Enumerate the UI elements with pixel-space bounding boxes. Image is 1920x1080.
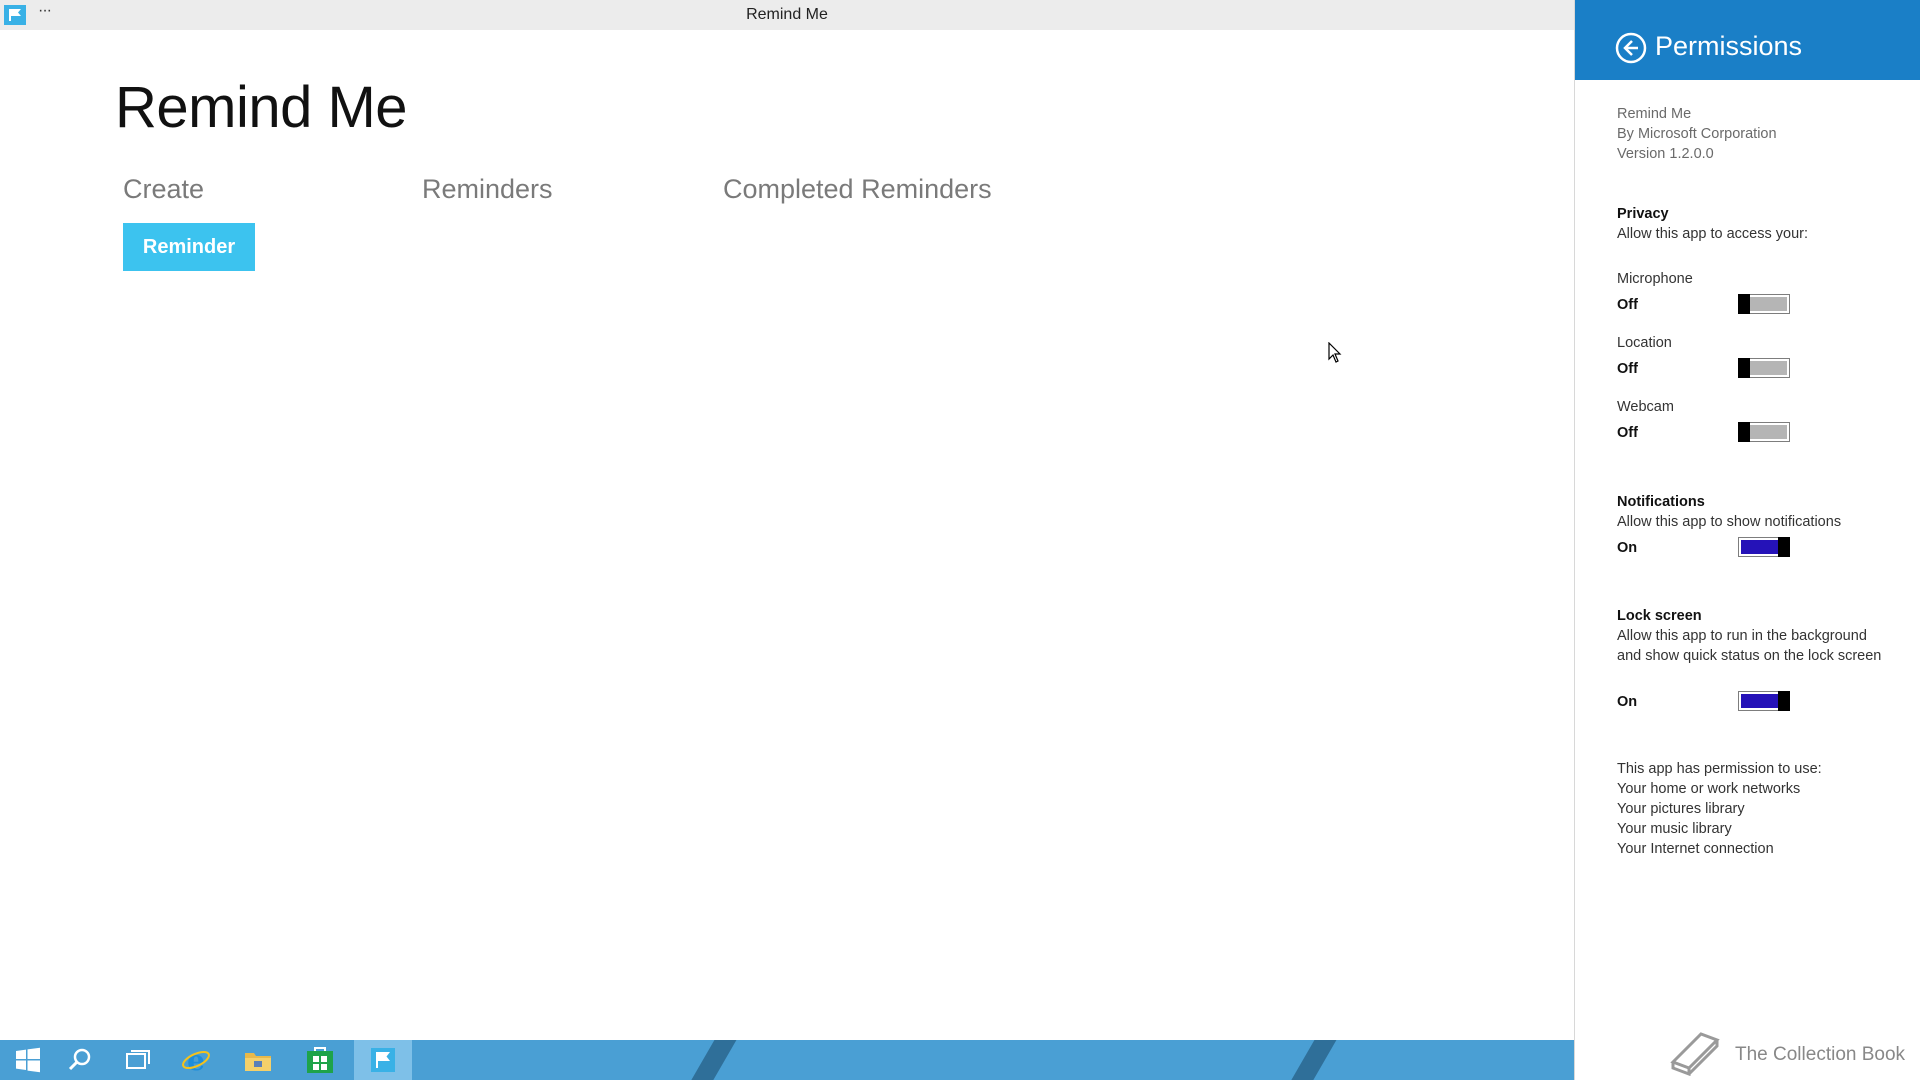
notifications-toggle[interactable] [1738,537,1790,557]
capability-item: Your music library [1617,821,1732,837]
toggle-thumb [1738,294,1750,314]
capability-item: Your pictures library [1617,801,1745,817]
capability-item: Your Internet connection [1617,841,1774,857]
toggle-thumb [1778,537,1790,557]
lock-screen-toggle[interactable] [1738,691,1790,711]
microphone-toggle[interactable] [1738,294,1790,314]
privacy-subtext: Allow this app to access your: [1617,226,1809,242]
taskbar: e [0,1040,1574,1080]
section-reminders-header: Reminders [422,174,553,204]
capabilities-heading: This app has permission to use: [1617,761,1822,777]
lock-screen-state: On [1617,694,1638,710]
flyout-title: Permissions [1655,31,1803,61]
taskbar-decoration [679,1040,743,1080]
permissions-flyout: Permissions Remind Me By Microsoft Corpo… [1574,0,1920,1080]
store-icon[interactable] [292,1040,348,1080]
book-icon [1670,1032,1720,1076]
toggle-thumb [1738,422,1750,442]
flyout-header: Permissions [1575,0,1920,80]
title-bar: ··· Remind Me [0,0,1574,30]
internet-explorer-icon[interactable]: e [168,1040,224,1080]
webcam-label: Webcam [1617,399,1674,415]
location-state: Off [1617,361,1638,377]
app-name: Remind Me [1617,106,1692,122]
capability-item: Your home or work networks [1617,781,1801,797]
microphone-label: Microphone [1617,271,1693,287]
notifications-subtext: Allow this app to show notifications [1617,514,1842,530]
back-arrow-icon[interactable] [1615,32,1647,64]
location-label: Location [1617,335,1672,351]
page-title: Remind Me [115,75,408,140]
webcam-state: Off [1617,425,1638,441]
app-publisher: By Microsoft Corporation [1617,126,1777,142]
lock-screen-heading: Lock screen [1617,608,1702,624]
section-completed-header: Completed Reminders [723,174,992,204]
remind-me-flag-icon[interactable] [354,1040,412,1080]
mouse-cursor-icon [1328,342,1342,363]
taskbar-decoration [1279,1040,1343,1080]
window-title: Remind Me [746,6,828,23]
lock-screen-subtext: Allow this app to run in the background … [1617,628,1882,664]
toggle-thumb [1738,358,1750,378]
app-window: ··· Remind Me Remind Me Create Reminders… [0,0,1574,1040]
search-icon[interactable] [52,1040,108,1080]
task-view-icon[interactable] [110,1040,166,1080]
privacy-heading: Privacy [1617,206,1669,222]
section-create-header: Create [123,174,205,204]
create-reminder-button[interactable]: Reminder [123,223,255,271]
notifications-state: On [1617,540,1638,556]
location-toggle[interactable] [1738,358,1790,378]
collection-book-label: The Collection Book [1735,1044,1906,1065]
file-explorer-icon[interactable] [230,1040,286,1080]
notifications-heading: Notifications [1617,494,1705,510]
webcam-toggle[interactable] [1738,422,1790,442]
microphone-state: Off [1617,297,1638,313]
windows-start-icon[interactable] [0,1040,56,1080]
app-version: Version 1.2.0.0 [1617,146,1714,162]
toggle-thumb [1778,691,1790,711]
svg-text:e: e [187,1045,205,1075]
